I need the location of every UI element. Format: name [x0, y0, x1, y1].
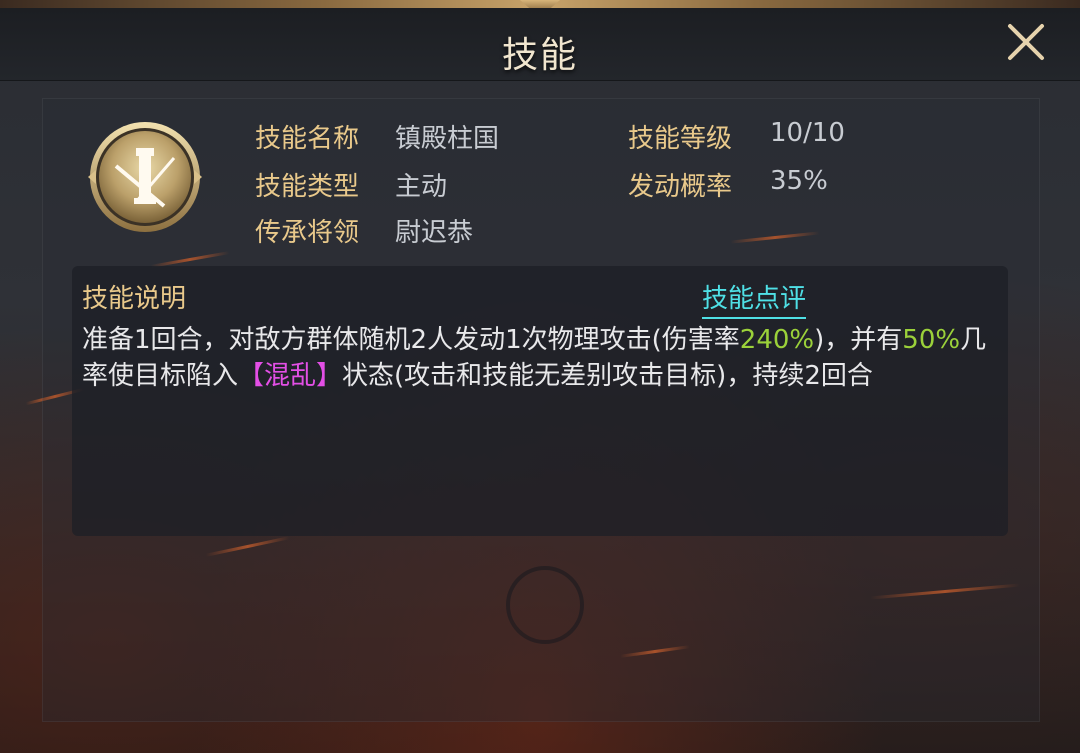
skill-name-value: 镇殿柱国 [395, 124, 500, 154]
close-icon [1008, 24, 1044, 60]
inherit-general-value: 尉迟恭 [395, 218, 474, 248]
chance-value: 50% [902, 325, 961, 355]
damage-rate-value: 240% [739, 325, 815, 355]
inherit-general-label: 传承将领 [255, 218, 360, 248]
trigger-chance-label: 发动概率 [628, 172, 733, 202]
trigger-chance-value: 35% [770, 166, 828, 196]
description-segment: 准备1回合，对敌方群体随机2人发动1次物理攻击(伤害率 [82, 325, 740, 355]
close-button[interactable] [1002, 18, 1050, 66]
description-box [72, 266, 1008, 536]
skill-type-label: 技能类型 [255, 172, 360, 202]
page-title: 技能 [501, 35, 578, 76]
skill-emblem-icon [88, 122, 202, 232]
skill-review-link[interactable]: 技能点评 [702, 278, 807, 319]
skill-name-label: 技能名称 [255, 124, 360, 154]
skill-emblem[interactable] [86, 118, 204, 236]
description-segment: 状态(攻击和技能无差别攻击目标)，持续2回合 [342, 361, 873, 391]
skill-level-value: 10/10 [770, 118, 845, 148]
skill-type-value: 主动 [395, 172, 448, 202]
header-bar: 技能 [0, 8, 1080, 81]
description-title: 技能说明 [82, 284, 187, 314]
status-effect-name: 【混乱】 [238, 361, 343, 391]
description-segment: )，并有 [814, 325, 903, 355]
skill-level-label: 技能等级 [628, 124, 733, 154]
description-text: 准备1回合，对敌方群体随机2人发动1次物理攻击(伤害率240%)，并有50%几率… [82, 322, 992, 394]
